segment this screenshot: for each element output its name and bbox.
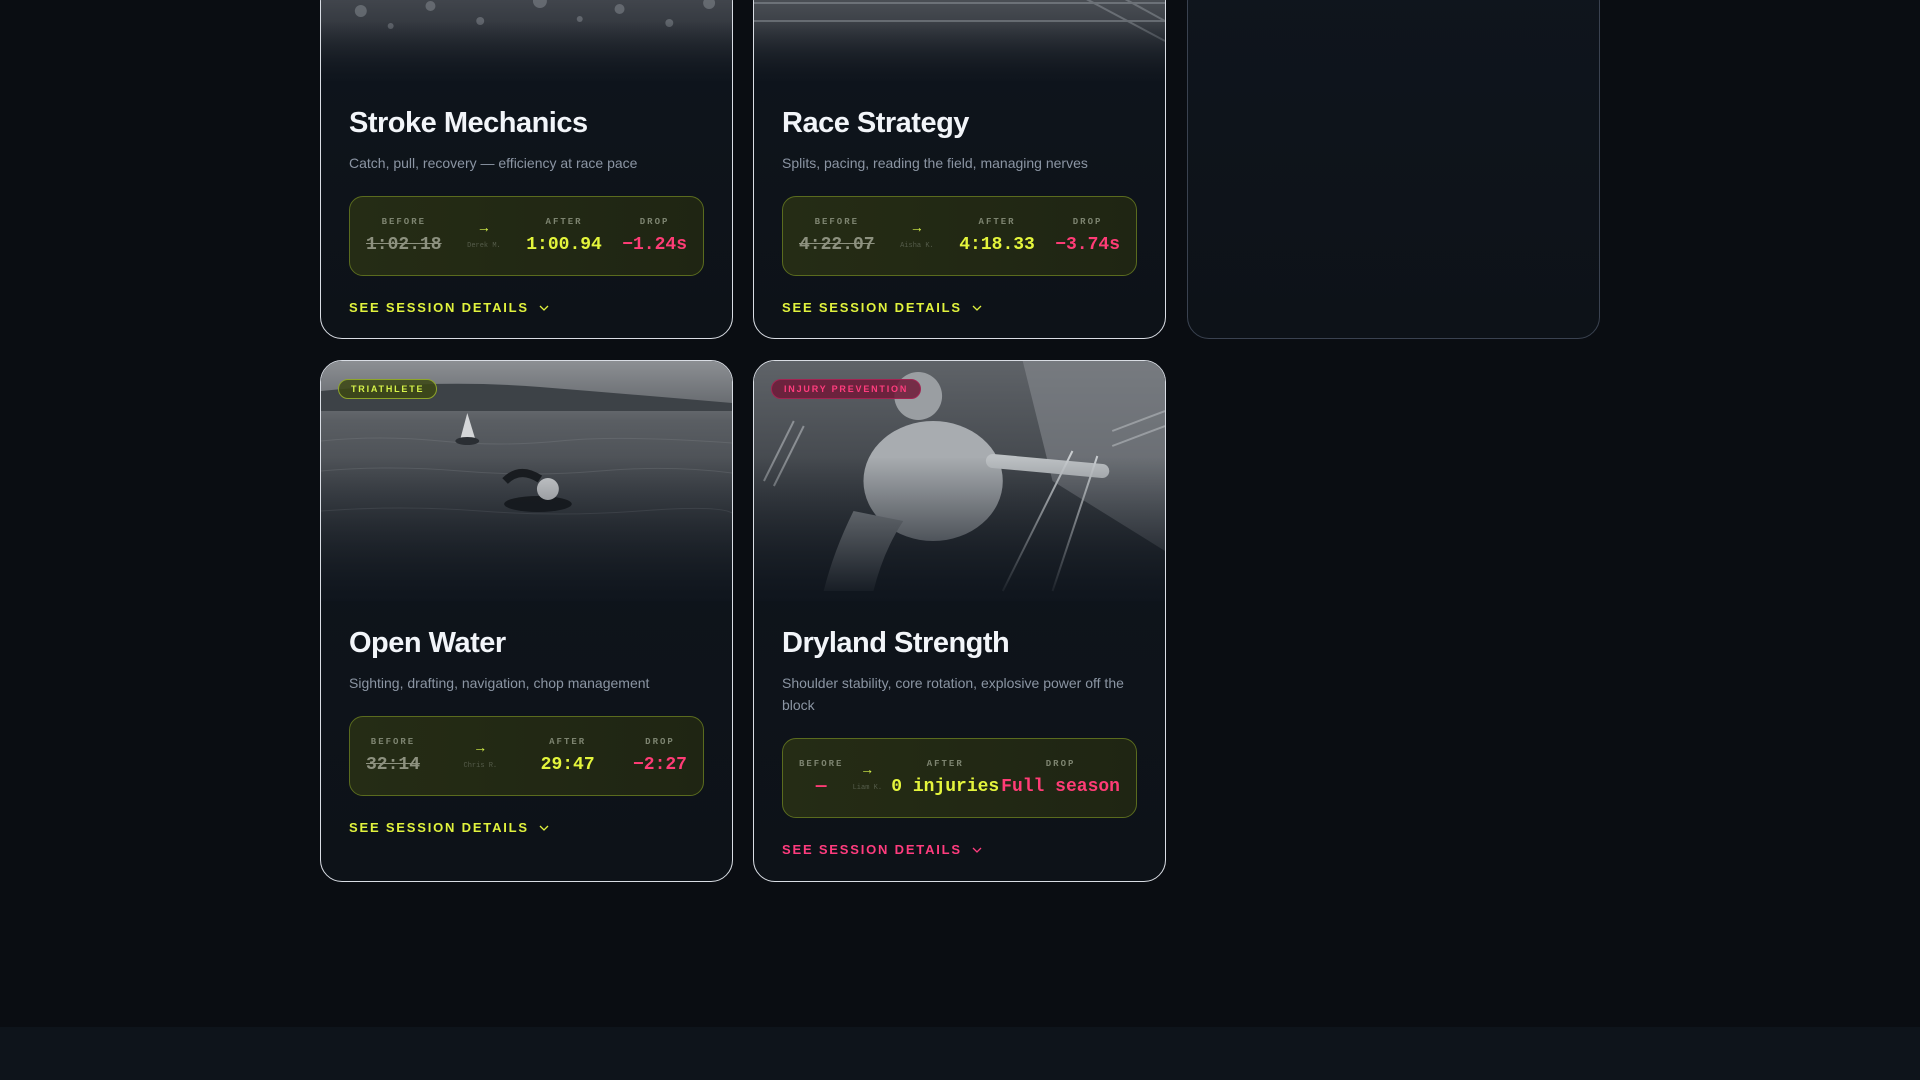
card-title: Open Water (349, 627, 506, 659)
stat-label: DROP (1072, 217, 1103, 227)
stat-value-after: 0 injuries (891, 777, 1000, 797)
category-tag: INJURY PREVENTION (771, 379, 922, 399)
card-description: Splits, pacing, reading the field, manag… (782, 155, 1088, 171)
footer (0, 1027, 1920, 1080)
stat-value-drop: −3.74s (1055, 235, 1120, 255)
card-title: Stroke Mechanics (349, 107, 588, 139)
stat-after: AFTER 0 injuries (891, 759, 999, 797)
coach-name: Aisha K. (900, 242, 934, 250)
stat-label: BEFORE (381, 217, 427, 227)
stats-panel: BEFORE — → Liam K. AFTER 0 injuries DROP… (782, 738, 1137, 818)
stat-label: AFTER (978, 217, 1016, 227)
stat-label: DROP (639, 217, 670, 227)
card-title: Race Strategy (782, 107, 969, 139)
stat-divider: → Liam K. (845, 764, 889, 792)
card-image: INJURY PREVENTION (754, 361, 1165, 601)
stat-after: AFTER 29:47 (541, 737, 595, 775)
stat-label: AFTER (545, 217, 583, 227)
stat-label: AFTER (926, 759, 964, 769)
pool-race-image (754, 0, 1165, 81)
coach-name: Chris R. (463, 762, 498, 770)
details-label: SEE SESSION DETAILS (782, 300, 962, 315)
stat-after: AFTER 4:18.33 (959, 217, 1035, 255)
arrow-right-icon: → (863, 763, 872, 779)
card-description: Sighting, drafting, navigation, chop man… (349, 675, 650, 691)
arrow-right-icon: → (479, 221, 489, 237)
card-dryland-strength[interactable]: INJURY PREVENTION Dryland Strength Shoul… (753, 360, 1166, 882)
card-open-water[interactable]: TRIATHLETE Open Water Sighting, drafting… (320, 360, 733, 882)
stat-value-before: — (815, 777, 827, 797)
stat-label: BEFORE (814, 217, 860, 227)
stat-drop: DROP −1.24s (622, 217, 687, 255)
stat-value-after: 4:18.33 (959, 235, 1035, 255)
chevron-down-icon (972, 305, 982, 311)
card-image: TRIATHLETE (321, 361, 732, 601)
card-race-strategy[interactable]: Race Strategy Splits, pacing, reading th… (753, 0, 1166, 339)
stat-divider: → Chris R. (458, 742, 502, 770)
card-placeholder (1187, 0, 1600, 339)
stat-divider: → Derek M. (462, 222, 506, 250)
stat-after: AFTER 1:00.94 (526, 217, 602, 255)
stats-panel: BEFORE 32:14 → Chris R. AFTER 29:47 DROP… (349, 716, 704, 796)
stat-value-drop: −1.24s (622, 235, 687, 255)
see-session-details-button[interactable]: SEE SESSION DETAILS (349, 820, 704, 835)
stat-value-before: 4:22.07 (799, 235, 875, 255)
swimmer-splash-image (321, 0, 732, 81)
stat-value-drop: Full season (1001, 777, 1120, 797)
stat-label: DROP (645, 737, 675, 747)
details-label: SEE SESSION DETAILS (782, 842, 962, 857)
details-label: SEE SESSION DETAILS (349, 820, 529, 835)
chevron-down-icon (972, 847, 982, 853)
stats-panel: BEFORE 1:02.18 → Derek M. AFTER 1:00.94 … (349, 196, 704, 276)
arrow-right-icon: → (912, 221, 922, 237)
stat-value-after: 1:00.94 (526, 235, 602, 255)
see-session-details-button[interactable]: SEE SESSION DETAILS (782, 300, 1137, 315)
stat-drop: DROP Full season (1001, 759, 1120, 797)
see-session-details-button[interactable]: SEE SESSION DETAILS (349, 300, 704, 315)
card-image (754, 0, 1165, 81)
stat-value-drop: −2:27 (632, 755, 687, 775)
stat-label: BEFORE (799, 759, 844, 769)
stat-label: DROP (1045, 759, 1076, 769)
stat-label: AFTER (549, 737, 587, 747)
coach-name: Derek M. (467, 242, 501, 250)
stat-value-before: 32:14 (366, 755, 421, 775)
card-description: Catch, pull, recovery — efficiency at ra… (349, 155, 638, 171)
stat-value-before: 1:02.18 (366, 235, 442, 255)
card-description: Shoulder stability, core rotation, explo… (782, 675, 1124, 713)
stat-before: BEFORE 4:22.07 (799, 217, 875, 255)
stat-drop: DROP −3.74s (1055, 217, 1120, 255)
coach-name: Liam K. (852, 784, 883, 792)
stat-before: BEFORE 32:14 (366, 737, 420, 775)
see-session-details-button[interactable]: SEE SESSION DETAILS (782, 842, 1137, 857)
card-image (321, 0, 732, 81)
arrow-right-icon: → (476, 741, 485, 757)
card-stroke-mechanics[interactable]: Stroke Mechanics Catch, pull, recovery —… (320, 0, 733, 339)
page: Stroke Mechanics Catch, pull, recovery —… (0, 0, 1920, 1080)
category-tag: TRIATHLETE (338, 379, 438, 399)
stat-label: BEFORE (370, 737, 416, 747)
chevron-down-icon (539, 305, 549, 311)
chevron-down-icon (539, 825, 549, 831)
stat-value-after: 29:47 (540, 755, 595, 775)
stat-drop: DROP −2:27 (633, 737, 687, 775)
stat-divider: → Aisha K. (895, 222, 939, 250)
stat-before: BEFORE 1:02.18 (366, 217, 442, 255)
stat-before: BEFORE — (799, 759, 843, 797)
details-label: SEE SESSION DETAILS (349, 300, 529, 315)
card-title: Dryland Strength (782, 627, 1010, 659)
stats-panel: BEFORE 4:22.07 → Aisha K. AFTER 4:18.33 … (782, 196, 1137, 276)
